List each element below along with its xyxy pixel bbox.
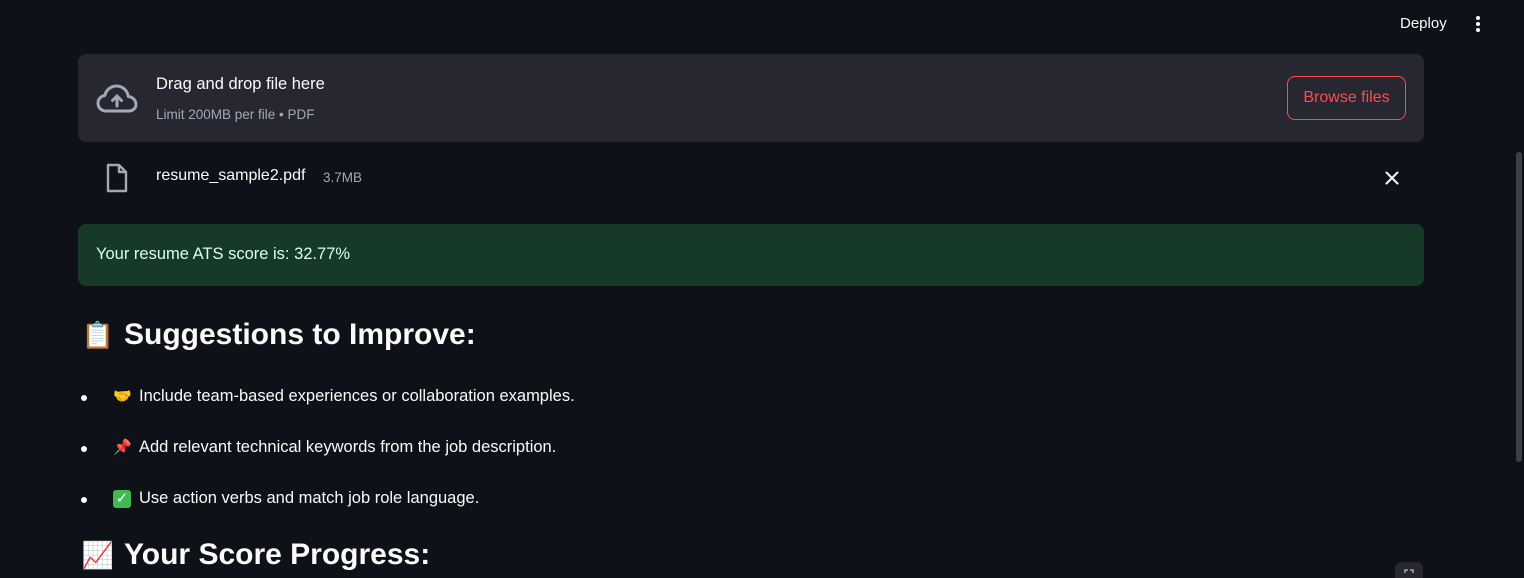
- remove-file-button[interactable]: [1381, 167, 1403, 189]
- deploy-button[interactable]: Deploy: [1391, 10, 1456, 38]
- handshake-icon: 🤝: [113, 388, 132, 405]
- fullscreen-button[interactable]: [1395, 562, 1423, 578]
- ats-score-text: Your resume ATS score is: 32.77%: [96, 245, 351, 263]
- file-size: 3.7MB: [323, 170, 363, 185]
- scrollbar-thumb[interactable]: [1516, 152, 1522, 462]
- bullet-icon: [81, 446, 87, 452]
- fullscreen-icon: [1404, 569, 1414, 573]
- bullet-icon: [81, 395, 87, 401]
- clipboard-icon: 📋: [81, 319, 115, 350]
- dropzone-title: Drag and drop file here: [156, 75, 325, 93]
- chart-increasing-icon: 📈: [81, 539, 115, 570]
- page-scrollbar[interactable]: [1514, 0, 1524, 578]
- app-root: Deploy Drag and drop file here Limit 200…: [0, 0, 1524, 578]
- suggestion-text: Use action verbs and match job role lang…: [139, 489, 480, 507]
- suggestion-text: Add relevant technical keywords from the…: [139, 438, 557, 456]
- suggestions-title: Suggestions to Improve:: [124, 318, 476, 351]
- ats-score-alert: Your resume ATS score is: 32.77%: [78, 224, 1424, 286]
- suggestions-heading: 📋 Suggestions to Improve:: [82, 318, 476, 352]
- suggestion-text: Include team-based experiences or collab…: [139, 387, 575, 405]
- main-menu-button[interactable]: [1464, 10, 1492, 38]
- browse-files-button[interactable]: Browse files: [1287, 76, 1406, 120]
- score-progress-heading: 📈 Your Score Progress:: [82, 538, 430, 572]
- check-mark-icon: ✓: [113, 490, 131, 508]
- bullet-icon: [81, 497, 87, 503]
- file-dropzone[interactable]: Drag and drop file here Limit 200MB per …: [78, 54, 1424, 142]
- file-icon: [106, 163, 128, 193]
- cloud-upload-icon: [96, 84, 138, 113]
- uploaded-file-row: resume_sample2.pdf 3.7MB: [78, 156, 1424, 200]
- dropzone-limit-text: Limit 200MB per file • PDF: [156, 107, 315, 122]
- close-icon: [1385, 171, 1399, 185]
- pushpin-icon: 📌: [113, 439, 132, 456]
- score-progress-title: Your Score Progress:: [124, 538, 431, 571]
- app-header: Deploy: [0, 0, 1524, 48]
- file-name: resume_sample2.pdf: [156, 167, 306, 184]
- more-vertical-icon: [1476, 16, 1480, 32]
